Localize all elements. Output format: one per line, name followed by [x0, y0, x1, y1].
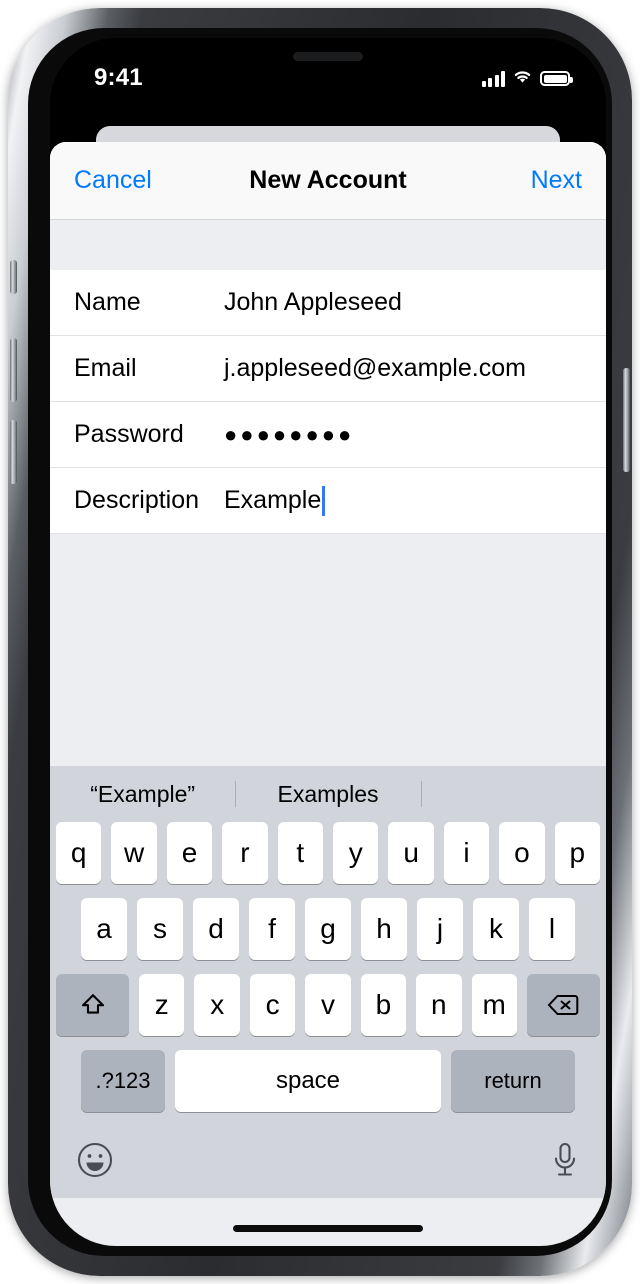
suggestion-plural[interactable]: Examples: [235, 781, 420, 808]
key-a[interactable]: a: [81, 898, 127, 960]
microphone-icon[interactable]: [550, 1141, 580, 1184]
volume-up-button[interactable]: [10, 338, 17, 402]
backspace-icon: [546, 992, 580, 1018]
keyboard-row-2: a s d f g h j k l: [50, 898, 606, 960]
cancel-button[interactable]: Cancel: [74, 166, 152, 195]
form-empty-area: [50, 534, 606, 766]
name-field[interactable]: John Appleseed: [224, 288, 402, 317]
backspace-key[interactable]: [526, 974, 600, 1036]
numeric-key[interactable]: .?123: [81, 1050, 165, 1112]
key-z[interactable]: z: [139, 974, 185, 1036]
home-indicator[interactable]: [233, 1225, 423, 1232]
keyboard: “Example” Examples q w e r t y u i o p a…: [50, 766, 606, 1198]
form-row-description[interactable]: Description Example: [50, 468, 606, 534]
keyboard-row-4: .?123 space return: [50, 1050, 606, 1112]
key-p[interactable]: p: [554, 822, 601, 884]
key-b[interactable]: b: [360, 974, 407, 1036]
new-account-sheet: Cancel New Account Next Name John Apples…: [50, 142, 606, 1246]
key-u[interactable]: u: [388, 822, 434, 884]
key-o[interactable]: o: [499, 822, 545, 884]
next-button[interactable]: Next: [531, 166, 582, 195]
cellular-signal-icon: [481, 70, 505, 87]
speaker-grille-icon: [293, 52, 363, 61]
key-e[interactable]: e: [166, 822, 213, 884]
power-button[interactable]: [623, 368, 630, 472]
battery-icon: [540, 71, 573, 86]
autocomplete-bar: “Example” Examples: [50, 766, 606, 822]
keyboard-row-1: q w e r t y u i o p: [50, 822, 606, 884]
key-f[interactable]: f: [249, 898, 295, 960]
key-v[interactable]: v: [305, 974, 351, 1036]
password-field[interactable]: ●●●●●●●●: [224, 422, 354, 448]
key-j[interactable]: j: [417, 898, 463, 960]
keyboard-row-3: z x c v b n m: [50, 974, 606, 1036]
key-t[interactable]: t: [277, 822, 323, 884]
key-s[interactable]: s: [137, 898, 183, 960]
silent-switch[interactable]: [10, 260, 17, 294]
key-q[interactable]: q: [55, 822, 102, 884]
description-field[interactable]: Example: [224, 485, 326, 516]
volume-down-button[interactable]: [10, 420, 17, 484]
account-form: Name John Appleseed Email j.appleseed@ex…: [50, 270, 606, 534]
key-l[interactable]: l: [529, 898, 575, 960]
emoji-icon[interactable]: [76, 1141, 114, 1184]
shift-key[interactable]: [56, 974, 130, 1036]
shift-icon: [78, 990, 108, 1020]
form-top-spacer: [50, 220, 606, 270]
form-row-password[interactable]: Password ●●●●●●●●: [50, 402, 606, 468]
key-y[interactable]: y: [333, 822, 379, 884]
device-frame: 9:41 Cancel New Account Next Name John A…: [8, 8, 632, 1276]
name-label: Name: [74, 288, 141, 316]
password-label: Password: [74, 420, 184, 448]
key-n[interactable]: n: [416, 974, 462, 1036]
wifi-icon: [512, 68, 533, 89]
email-field[interactable]: j.appleseed@example.com: [224, 354, 526, 383]
suggestion-quoted[interactable]: “Example”: [50, 781, 235, 808]
key-g[interactable]: g: [305, 898, 351, 960]
key-d[interactable]: d: [193, 898, 239, 960]
description-label: Description: [74, 486, 200, 514]
navigation-bar: Cancel New Account Next: [50, 142, 606, 220]
key-m[interactable]: m: [471, 974, 517, 1036]
key-w[interactable]: w: [111, 822, 157, 884]
status-icons: [481, 68, 573, 89]
key-h[interactable]: h: [361, 898, 407, 960]
phone-screen: 9:41 Cancel New Account Next Name John A…: [50, 38, 606, 1246]
text-caret: [322, 485, 326, 516]
email-label: Email: [74, 354, 137, 382]
status-bar: 9:41: [50, 38, 606, 124]
key-k[interactable]: k: [473, 898, 519, 960]
space-key[interactable]: space: [175, 1050, 441, 1112]
return-key[interactable]: return: [451, 1050, 575, 1112]
key-i[interactable]: i: [443, 822, 490, 884]
form-row-email[interactable]: Email j.appleseed@example.com: [50, 336, 606, 402]
form-row-name[interactable]: Name John Appleseed: [50, 270, 606, 336]
description-value: Example: [224, 486, 322, 514]
key-r[interactable]: r: [222, 822, 268, 884]
keyboard-bottom-bar: [50, 1126, 606, 1198]
key-x[interactable]: x: [194, 974, 240, 1036]
key-c[interactable]: c: [249, 974, 296, 1036]
front-camera-icon: [591, 51, 604, 64]
status-time: 9:41: [94, 64, 143, 91]
notch: [220, 38, 604, 70]
